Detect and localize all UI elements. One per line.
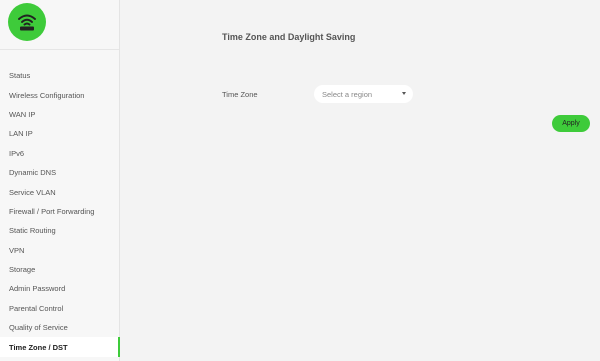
sidebar-item-quality-of-service[interactable]: Quality of Service xyxy=(0,318,120,337)
page-title: Time Zone and Daylight Saving xyxy=(222,32,356,42)
sidebar-item-parental-control[interactable]: Parental Control xyxy=(0,299,120,318)
sidebar-item-wireless-configuration[interactable]: Wireless Configuration xyxy=(0,85,120,104)
time-zone-label: Time Zone xyxy=(222,90,258,99)
logo-area xyxy=(0,0,119,50)
sidebar-nav: Status Wireless Configuration WAN IP LAN… xyxy=(0,66,120,358)
sidebar-item-dynamic-dns[interactable]: Dynamic DNS xyxy=(0,163,120,182)
time-zone-select[interactable]: Select a region xyxy=(314,85,413,103)
sidebar-item-lan-ip[interactable]: LAN IP xyxy=(0,124,120,143)
chevron-down-icon xyxy=(402,92,406,95)
main-content: Time Zone and Daylight Saving Time Zone … xyxy=(121,0,600,361)
sidebar-item-time-zone-dst[interactable]: Time Zone / DST xyxy=(0,337,120,358)
sidebar-item-storage[interactable]: Storage xyxy=(0,260,120,279)
wifi-router-icon xyxy=(8,3,46,41)
sidebar-item-admin-password[interactable]: Admin Password xyxy=(0,279,120,298)
sidebar-item-status[interactable]: Status xyxy=(0,66,120,85)
sidebar-item-firewall-port-forwarding[interactable]: Firewall / Port Forwarding xyxy=(0,202,120,221)
sidebar-item-wan-ip[interactable]: WAN IP xyxy=(0,105,120,124)
sidebar-item-service-vlan[interactable]: Service VLAN xyxy=(0,182,120,201)
sidebar-item-static-routing[interactable]: Static Routing xyxy=(0,221,120,240)
time-zone-select-placeholder: Select a region xyxy=(322,89,373,99)
sidebar-item-vpn[interactable]: VPN xyxy=(0,241,120,260)
apply-button[interactable]: Apply xyxy=(552,115,590,132)
sidebar: Status Wireless Configuration WAN IP LAN… xyxy=(0,0,120,361)
sidebar-item-ipv6[interactable]: IPv6 xyxy=(0,144,120,163)
